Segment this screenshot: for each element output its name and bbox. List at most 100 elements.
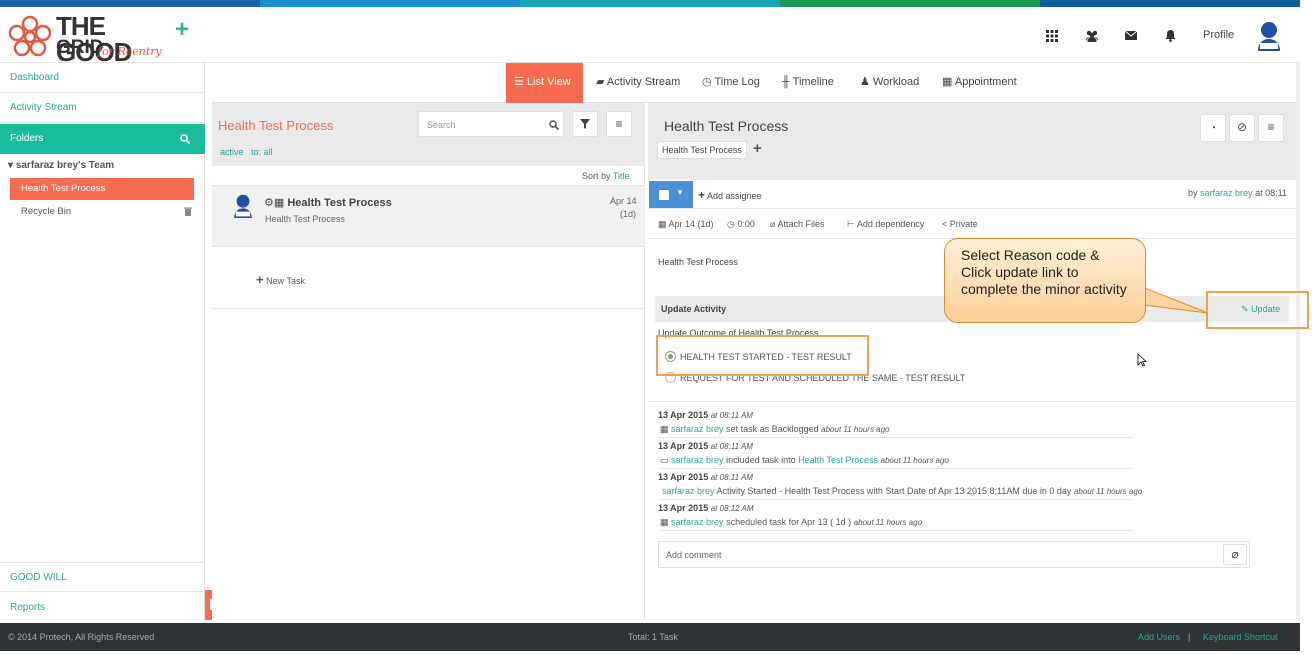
filter-active[interactable]: active <box>220 147 244 157</box>
plus-icon: + <box>256 272 264 287</box>
sidebar-item-dashboard[interactable]: Dashboard <box>0 63 205 93</box>
divider <box>212 308 645 309</box>
checkbox[interactable] <box>659 190 669 200</box>
activity-item: sarfaraz brey Activity Started - Health … <box>662 486 1143 496</box>
rss-button[interactable]: ◔ <box>1200 114 1226 142</box>
created-by: by sarfaraz brey at 08:11 <box>1188 188 1287 198</box>
add-dependency-button[interactable]: ⊢ Add dependency <box>847 219 924 230</box>
tab-timeline[interactable]: ╫ Timeline <box>774 63 842 103</box>
sidebar-item-good-will[interactable]: GOOD WILL <box>0 562 205 592</box>
keyboard-shortcut-link[interactable]: Keyboard Shortcut <box>1203 632 1278 642</box>
view-tabs: ☰ List View ▰ Activity Stream ◷ Time Log… <box>212 63 1300 103</box>
scrollbar[interactable] <box>1296 63 1300 620</box>
sidebar-item-activity-stream[interactable]: Activity Stream <box>0 93 205 123</box>
task-list-panel: Health Test Process active to: all Searc… <box>212 103 645 620</box>
brand-tagline: for Reentry <box>98 45 162 58</box>
task-date: Apr 14 <box>610 196 637 206</box>
calendar-icon: ▦ <box>273 197 285 209</box>
mail-icon[interactable] <box>1124 30 1138 44</box>
paperclip-icon: ⌀ <box>770 219 776 229</box>
grid-icon[interactable] <box>1045 30 1059 44</box>
attach-comment-button[interactable]: ⌀ <box>1223 544 1247 565</box>
tab-appointment[interactable]: ▦ Appointment <box>934 63 1025 103</box>
search-input[interactable]: Search <box>418 111 564 137</box>
caret-down-icon: ▾ <box>8 160 14 171</box>
divider <box>648 401 1296 402</box>
detail-menu-button[interactable]: ≡ <box>1258 114 1284 142</box>
user-icon: ♟ <box>860 76 870 88</box>
status-checkbox-dropdown[interactable]: ▼ <box>649 181 693 208</box>
add-users-link[interactable]: Add Users <box>1138 632 1180 642</box>
filter-to[interactable]: to: all <box>251 147 273 157</box>
task-description[interactable]: Health Test Process <box>658 257 738 267</box>
sidebar-item-recycle-bin[interactable]: Recycle Bin <box>21 206 71 217</box>
comment-placeholder: Add comment <box>666 550 722 560</box>
folder-icon: ▭ <box>660 455 669 465</box>
activity-date: 13 Apr 2015 at 08:11 AM <box>658 472 753 482</box>
list-title: Health Test Process <box>218 118 334 133</box>
flower-logo-icon <box>8 15 52 57</box>
mouse-cursor-icon <box>1137 353 1147 367</box>
bell-icon[interactable] <box>1163 30 1177 44</box>
task-tag[interactable]: Health Test Process <box>657 141 747 159</box>
add-tag-icon[interactable]: + <box>753 140 762 157</box>
list-menu-button[interactable]: ≡ <box>606 111 632 137</box>
link-button[interactable]: ⊘ <box>1229 114 1255 142</box>
list-icon: ☰ <box>514 76 524 88</box>
menu-icon: ≡ <box>1267 120 1275 134</box>
sidebar-item-health-test-process[interactable]: Health Test Process <box>10 178 194 200</box>
top-color-stripe <box>0 0 1300 7</box>
filter-icon <box>580 119 590 129</box>
avatar[interactable] <box>1256 21 1282 51</box>
highlight-option-box <box>656 335 869 376</box>
search-icon[interactable] <box>180 134 190 144</box>
time-spent[interactable]: ◷ 0:00 <box>727 219 755 230</box>
footer-separator: | <box>1188 632 1191 642</box>
trash-icon[interactable] <box>184 207 192 216</box>
menu-icon: ≡ <box>615 117 623 131</box>
add-assignee-button[interactable]: + Add assignee <box>698 188 762 202</box>
calendar-icon: ▦ <box>942 76 953 88</box>
activity-date: 13 Apr 2015 at 08:11 AM <box>658 441 753 451</box>
tab-workload[interactable]: ♟ Workload <box>852 63 927 103</box>
logo[interactable]: THE GOOD GRID for Reentry <box>8 11 168 65</box>
detail-title: Health Test Process <box>664 118 789 134</box>
activity-date: 13 Apr 2015 at 08:12 AM <box>658 503 754 513</box>
task-total: Total: 1 Task <box>628 632 678 642</box>
task-title[interactable]: ⚙▦ Health Test Process <box>264 196 392 209</box>
instruction-callout: Select Reason code & Click update link t… <box>944 238 1146 323</box>
activity-item: ▦ sarfaraz brey scheduled task for Apr 1… <box>660 517 923 527</box>
privacy-toggle[interactable]: < Private <box>942 219 978 229</box>
task-avatar <box>234 194 252 218</box>
sort-by[interactable]: Sort by Title <box>582 171 630 181</box>
due-date[interactable]: ▦ Apr 14 (1d) <box>658 219 714 230</box>
task-row[interactable]: ⚙▦ Health Test Process Health Test Proce… <box>212 185 645 247</box>
tab-list-view[interactable]: ☰ List View <box>506 63 583 103</box>
comment-input[interactable]: Add comment ⌀ <box>658 541 1250 568</box>
filter-button[interactable] <box>572 111 598 137</box>
plus-icon: + <box>698 188 706 202</box>
profile-label[interactable]: Profile <box>1203 29 1234 41</box>
rss-icon: ◔ <box>1209 123 1217 134</box>
activity-date: 13 Apr 2015 at 08:11 AM <box>658 410 753 420</box>
tab-activity-stream[interactable]: ▰ Activity Stream <box>588 63 688 103</box>
search-icon[interactable] <box>549 120 559 130</box>
calendar-icon: ▦ <box>660 517 669 527</box>
link-icon: ⊘ <box>1236 120 1248 134</box>
sidebar-folders-header[interactable]: Folders <box>0 124 205 154</box>
task-subtitle: Health Test Process <box>265 214 345 224</box>
attach-files-button[interactable]: ⌀ Attach Files <box>770 219 824 230</box>
tab-time-log[interactable]: ◷ Time Log <box>694 63 768 103</box>
add-icon[interactable]: + <box>175 18 189 42</box>
folders-label: Folders <box>10 133 44 144</box>
sidebar-item-reports[interactable]: Reports <box>0 593 205 623</box>
app-header: THE GOOD GRID for Reentry + Profile <box>0 7 1300 65</box>
copyright: © 2014 Protech, All Rights Reserved <box>8 632 155 642</box>
update-activity-label: Update Activity <box>661 304 727 314</box>
team-folder[interactable]: ▾ sarfaraz brey's Team <box>8 160 114 171</box>
brand-line2: GRID <box>56 37 104 58</box>
meta-row: ▦ Apr 14 (1d) ◷ 0:00 ⌀ Attach Files ⊢ Ad… <box>648 209 1296 239</box>
search-placeholder: Search <box>427 120 456 130</box>
users-icon[interactable] <box>1084 30 1100 44</box>
new-task-button[interactable]: + New Task <box>256 272 305 287</box>
